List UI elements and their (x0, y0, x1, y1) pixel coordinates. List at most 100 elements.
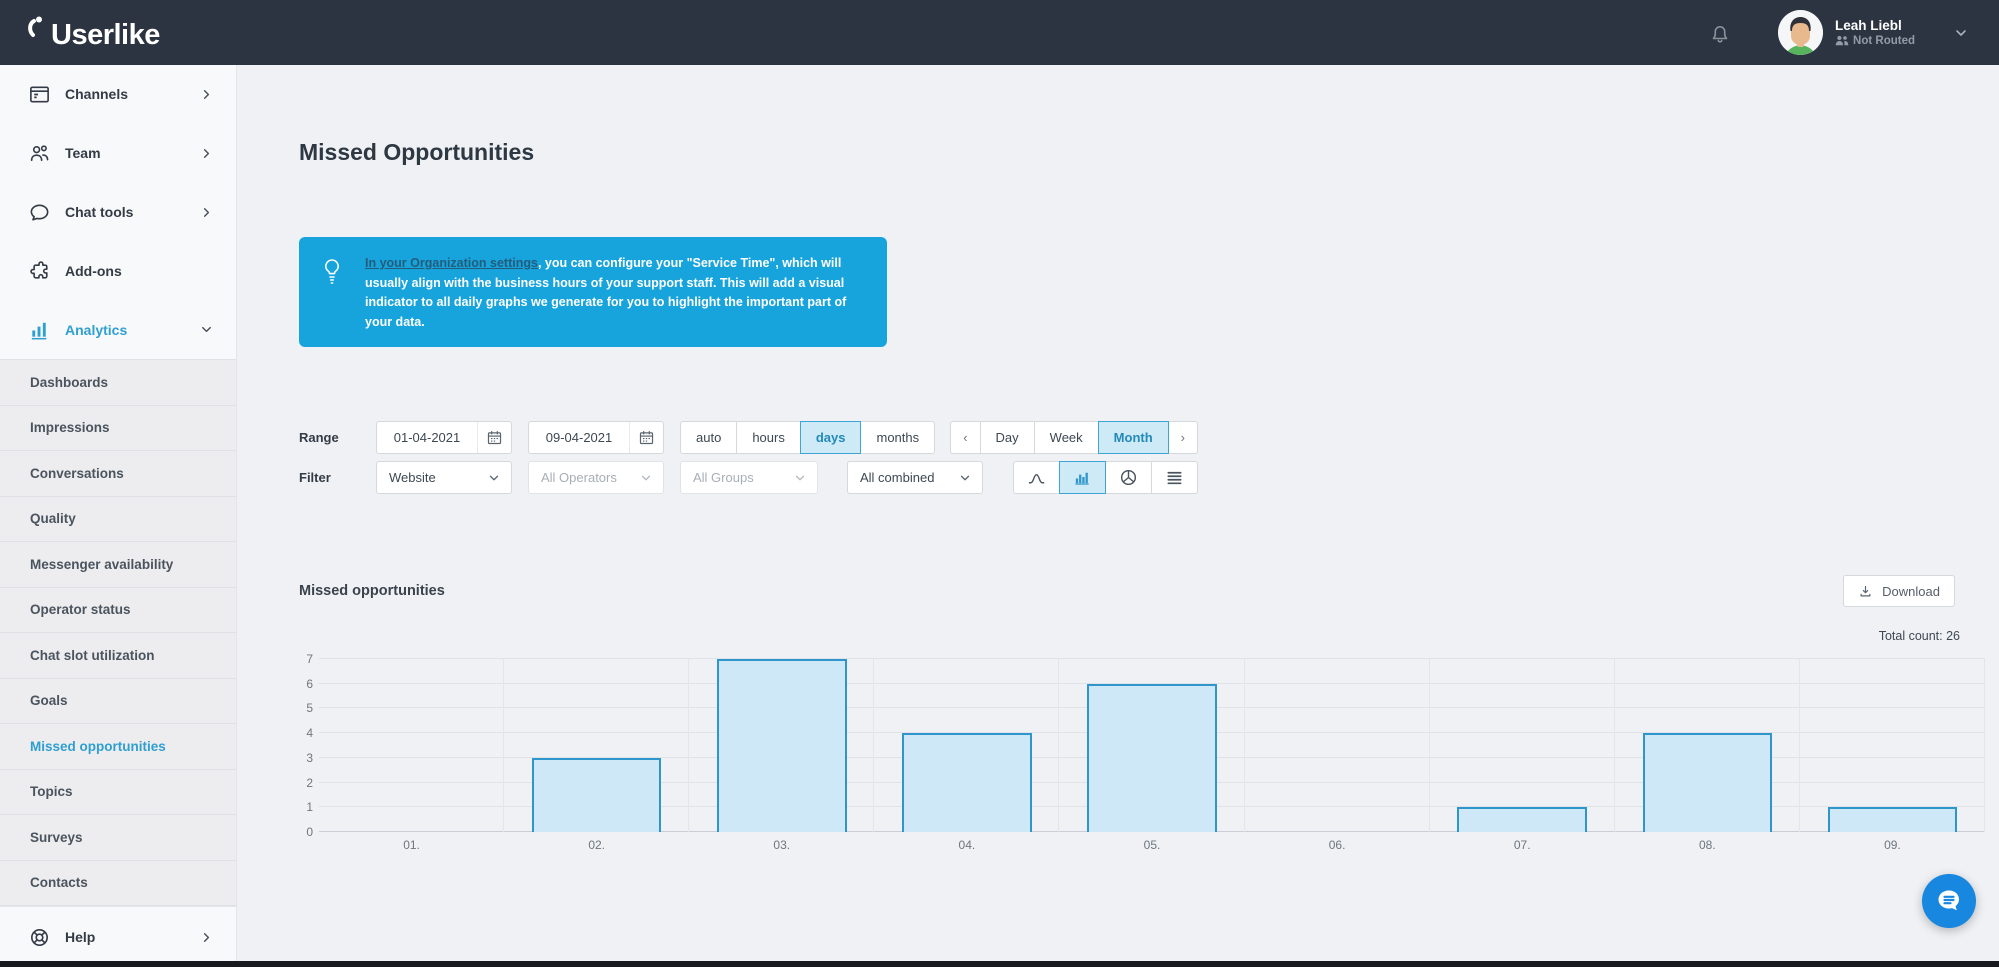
service-time-info-box: In your Organization settings, you can c… (299, 237, 887, 347)
chat-widget-button[interactable] (1922, 874, 1976, 928)
calendar-icon[interactable] (629, 422, 663, 453)
chevron-down-icon (487, 471, 501, 485)
y-tick-label: 4 (306, 726, 313, 740)
period-segment: ‹ Day Week Month › (950, 421, 1198, 454)
period-day-button[interactable]: Day (980, 421, 1035, 454)
download-icon (1858, 584, 1873, 599)
chart-column-05. (1059, 651, 1244, 832)
organization-settings-link[interactable]: In your Organization settings (365, 256, 538, 270)
calendar-icon[interactable] (477, 422, 511, 453)
granularity-segment: auto hours days months (680, 421, 935, 454)
bar-08.[interactable] (1643, 733, 1773, 832)
sidebar-item-topics[interactable]: Topics (0, 770, 236, 816)
area-chart-icon[interactable] (1013, 461, 1060, 494)
channel-select[interactable]: Website (376, 461, 512, 494)
userlike-logo[interactable]: Userlike (27, 15, 160, 50)
bar-09.[interactable] (1828, 807, 1958, 832)
download-button[interactable]: Download (1843, 575, 1955, 607)
filter-row: Filter Website All Operators All Groups … (299, 461, 1198, 494)
sidebar-item-surveys[interactable]: Surveys (0, 815, 236, 861)
bar-04.[interactable] (902, 733, 1032, 832)
logo-text: Userlike (51, 21, 160, 50)
y-tick-label: 6 (306, 677, 313, 691)
chart-column-08. (1615, 651, 1800, 832)
sidebar-item-team[interactable]: Team (0, 124, 236, 183)
sidebar-item-help[interactable]: Help (0, 906, 236, 967)
routing-status-label: Not Routed (1853, 35, 1915, 47)
sidebar-item-analytics[interactable]: Analytics (0, 300, 236, 359)
bar-chart-icon[interactable] (1059, 461, 1106, 494)
chart-column-01. (319, 651, 504, 832)
chevron-right-icon (199, 205, 214, 220)
chart-column-09. (1800, 651, 1985, 832)
sidebar-item-goals[interactable]: Goals (0, 679, 236, 725)
chevron-down-icon (793, 471, 807, 485)
granularity-months-button[interactable]: months (860, 421, 935, 454)
sidebar-item-dashboards[interactable]: Dashboards (0, 360, 236, 406)
routing-status-icon (1835, 35, 1849, 46)
period-next-button[interactable]: › (1168, 421, 1198, 454)
range-label: Range (299, 430, 376, 445)
sidebar-item-impressions[interactable]: Impressions (0, 406, 236, 452)
sidebar-item-add-ons[interactable]: Add-ons (0, 241, 236, 300)
sidebar-item-channels[interactable]: Channels (0, 65, 236, 124)
bar-03.[interactable] (717, 659, 847, 832)
period-week-button[interactable]: Week (1034, 421, 1099, 454)
chart-title: Missed opportunities (299, 583, 445, 599)
chart-y-axis: 01234567 (299, 651, 319, 832)
filter-label: Filter (299, 470, 376, 485)
list-view-icon[interactable] (1151, 461, 1198, 494)
bottom-window-edge (0, 961, 1999, 967)
range-start-input[interactable]: 01-04-2021 (376, 421, 512, 454)
y-tick-label: 7 (306, 652, 313, 666)
granularity-hours-button[interactable]: hours (736, 421, 801, 454)
sidebar-item-chat-tools[interactable]: Chat tools (0, 183, 236, 242)
sidebar-item-contacts[interactable]: Contacts (0, 861, 236, 907)
x-tick-label: 09. (1800, 832, 1985, 852)
period-month-button[interactable]: Month (1098, 421, 1169, 454)
user-menu[interactable]: Leah Liebl Not Routed (1778, 10, 1969, 55)
avatar[interactable] (1778, 10, 1823, 55)
puzzle-icon (27, 259, 51, 282)
range-row: Range 01-04-2021 09-04-2021 auto hours (299, 421, 1198, 454)
chart-x-axis: 01.02.03.04.05.06.07.08.09. (319, 832, 1985, 852)
y-tick-label: 3 (306, 751, 313, 765)
bar-02.[interactable] (532, 758, 662, 832)
y-tick-label: 0 (306, 825, 313, 839)
sidebar-item-missed-opportunities[interactable]: Missed opportunities (0, 724, 236, 770)
sidebar-item-chat-slot-utilization[interactable]: Chat slot utilization (0, 633, 236, 679)
granularity-days-button[interactable]: days (800, 421, 862, 454)
period-prev-button[interactable]: ‹ (950, 421, 980, 454)
notifications-bell-icon[interactable] (1708, 21, 1732, 45)
chat-bubble-icon (27, 201, 51, 224)
x-tick-label: 01. (319, 832, 504, 852)
x-tick-label: 04. (874, 832, 1059, 852)
chart-column-07. (1430, 651, 1615, 832)
y-tick-label: 2 (306, 776, 313, 790)
pie-chart-icon[interactable] (1105, 461, 1152, 494)
operators-select[interactable]: All Operators (528, 461, 664, 494)
chart-column-06. (1245, 651, 1430, 832)
sidebar-item-messenger-availability[interactable]: Messenger availability (0, 542, 236, 588)
groups-select[interactable]: All Groups (680, 461, 818, 494)
help-lifebuoy-icon (27, 926, 51, 949)
bar-05.[interactable] (1087, 684, 1217, 832)
info-text: In your Organization settings, you can c… (365, 254, 869, 332)
x-tick-label: 05. (1059, 832, 1244, 852)
sidebar-item-operator-status[interactable]: Operator status (0, 588, 236, 634)
lightbulb-icon (299, 254, 365, 332)
granularity-auto-button[interactable]: auto (680, 421, 737, 454)
combine-select[interactable]: All combined (847, 461, 983, 494)
range-end-input[interactable]: 09-04-2021 (528, 421, 664, 454)
user-menu-chevron-down-icon[interactable] (1953, 25, 1969, 41)
y-tick-label: 5 (306, 701, 313, 715)
x-tick-label: 07. (1430, 832, 1615, 852)
analytics-bar-chart-icon (27, 318, 51, 341)
chart-column-02. (504, 651, 689, 832)
total-count: Total count: 26 (237, 629, 1960, 643)
team-icon (27, 142, 51, 165)
chart-section-header: Missed opportunities Download (299, 575, 1955, 607)
sidebar-item-quality[interactable]: Quality (0, 497, 236, 543)
bar-07.[interactable] (1457, 807, 1587, 832)
sidebar-item-conversations[interactable]: Conversations (0, 451, 236, 497)
